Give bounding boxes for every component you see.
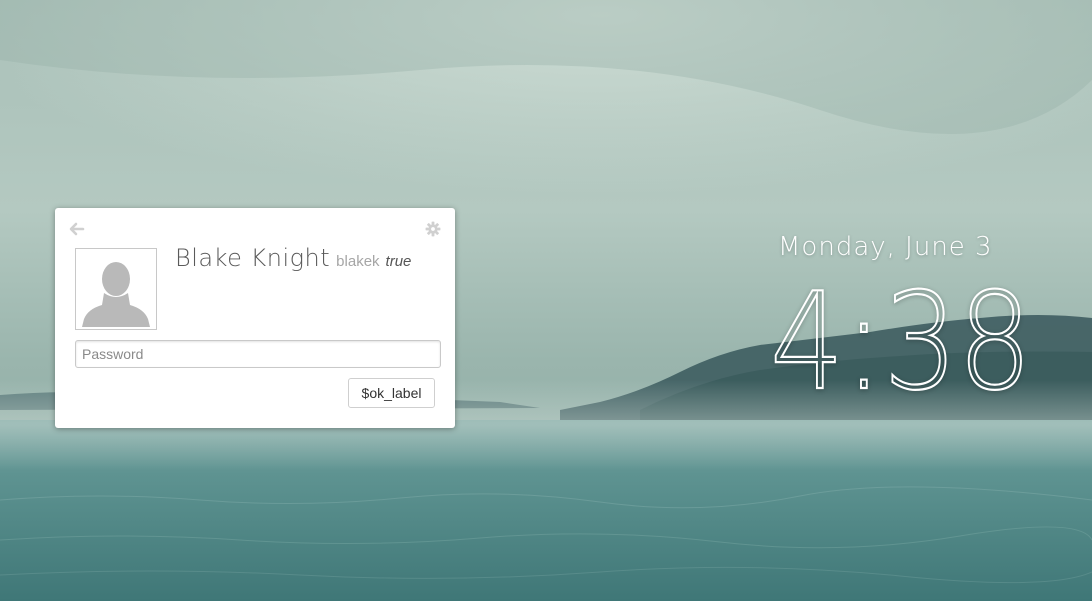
settings-button[interactable] <box>425 221 441 237</box>
lock-screen: Blake Knight blakek true $ok_label Monday,… <box>0 0 1092 601</box>
back-button[interactable] <box>69 221 85 237</box>
password-input[interactable] <box>75 340 441 368</box>
arrow-left-icon <box>69 222 85 236</box>
gear-icon <box>425 221 441 237</box>
user-avatar <box>75 248 157 330</box>
clock-time: 4:38 <box>770 270 1033 405</box>
clock-date: Monday, June 3 <box>778 232 993 262</box>
user-session: true <box>385 253 412 270</box>
default-user-avatar-icon <box>82 262 150 327</box>
user-identity: Blake Knight blakek true <box>175 244 411 272</box>
user-full-name: Blake Knight <box>175 244 331 272</box>
ok-button[interactable]: $ok_label <box>348 378 435 408</box>
clock-time-text: 4:38 <box>770 270 1032 405</box>
user-username: blakek <box>336 253 380 270</box>
login-card: Blake Knight blakek true $ok_label <box>55 208 455 428</box>
